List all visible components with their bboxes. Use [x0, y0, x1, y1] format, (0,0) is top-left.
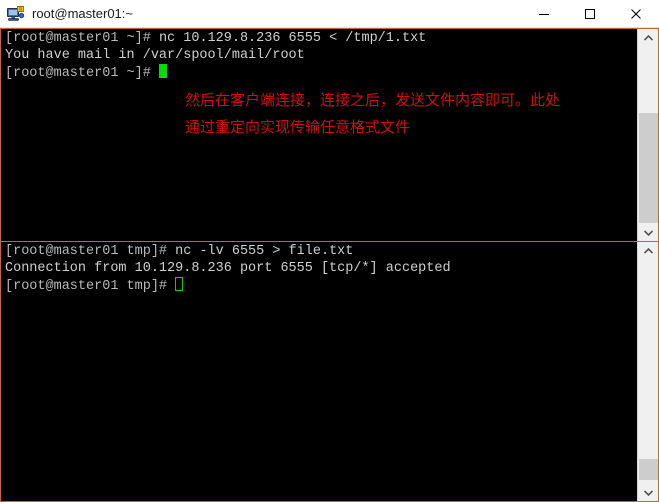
scroll-up-icon[interactable] [638, 242, 658, 260]
scrollbar-thumb[interactable] [639, 113, 658, 223]
scroll-down-icon[interactable] [638, 223, 658, 241]
annotation-note: 然后在客户端连接，连接之后，发送文件内容即可。此处 [185, 91, 561, 109]
bottom-pane-scrollbar[interactable] [637, 242, 658, 501]
terminal-area: [root@master01 ~]# nc 10.129.8.236 6555 … [0, 28, 659, 502]
scrollbar-thumb[interactable] [639, 459, 658, 480]
maximize-button[interactable] [567, 0, 613, 28]
terminal-line: You have mail in /var/spool/mail/root [5, 47, 637, 64]
putty-terminal-icon [6, 4, 26, 24]
scroll-up-icon[interactable] [638, 29, 658, 47]
shell-prompt: [root@master01 ~]# [5, 66, 159, 81]
terminal-window: root@master01:~ [root@master01 ~]# nc 10… [0, 0, 659, 502]
terminal-line: [root@master01 ~]# [5, 64, 637, 82]
scroll-down-icon[interactable] [638, 483, 658, 501]
annotation-note: 通过重定向实现传输任意格式文件 [185, 118, 411, 136]
shell-prompt: [root@master01 tmp]# [5, 279, 176, 294]
terminal-line: Connection from 10.129.8.236 port 6555 [… [5, 260, 637, 277]
terminal-line: [root@master01 tmp]# [5, 277, 637, 295]
server-terminal-output[interactable]: [root@master01 tmp]# nc -lv 6555 > file.… [1, 242, 637, 501]
server-terminal-pane[interactable]: [root@master01 tmp]# nc -lv 6555 > file.… [0, 242, 659, 502]
shell-command: nc -lv 6555 > file.txt [175, 244, 354, 259]
minimize-button[interactable] [521, 0, 567, 28]
text-cursor [175, 277, 184, 291]
shell-command: nc 10.129.8.236 6555 < /tmp/1.txt [158, 31, 427, 46]
shell-prompt: [root@master01 ~]# [5, 31, 159, 46]
top-pane-scrollbar[interactable] [637, 29, 658, 241]
shell-output: You have mail in /var/spool/mail/root [5, 48, 305, 63]
close-button[interactable] [613, 0, 659, 28]
client-terminal-pane[interactable]: [root@master01 ~]# nc 10.129.8.236 6555 … [0, 28, 659, 242]
shell-output: Connection from 10.129.8.236 port 6555 [… [5, 261, 451, 276]
title-bar[interactable]: root@master01:~ [0, 0, 659, 28]
window-title: root@master01:~ [32, 6, 133, 21]
terminal-line: [root@master01 ~]# nc 10.129.8.236 6555 … [5, 30, 637, 47]
terminal-line: [root@master01 tmp]# nc -lv 6555 > file.… [5, 243, 637, 260]
text-cursor [158, 64, 167, 78]
shell-prompt: [root@master01 tmp]# [5, 244, 176, 259]
